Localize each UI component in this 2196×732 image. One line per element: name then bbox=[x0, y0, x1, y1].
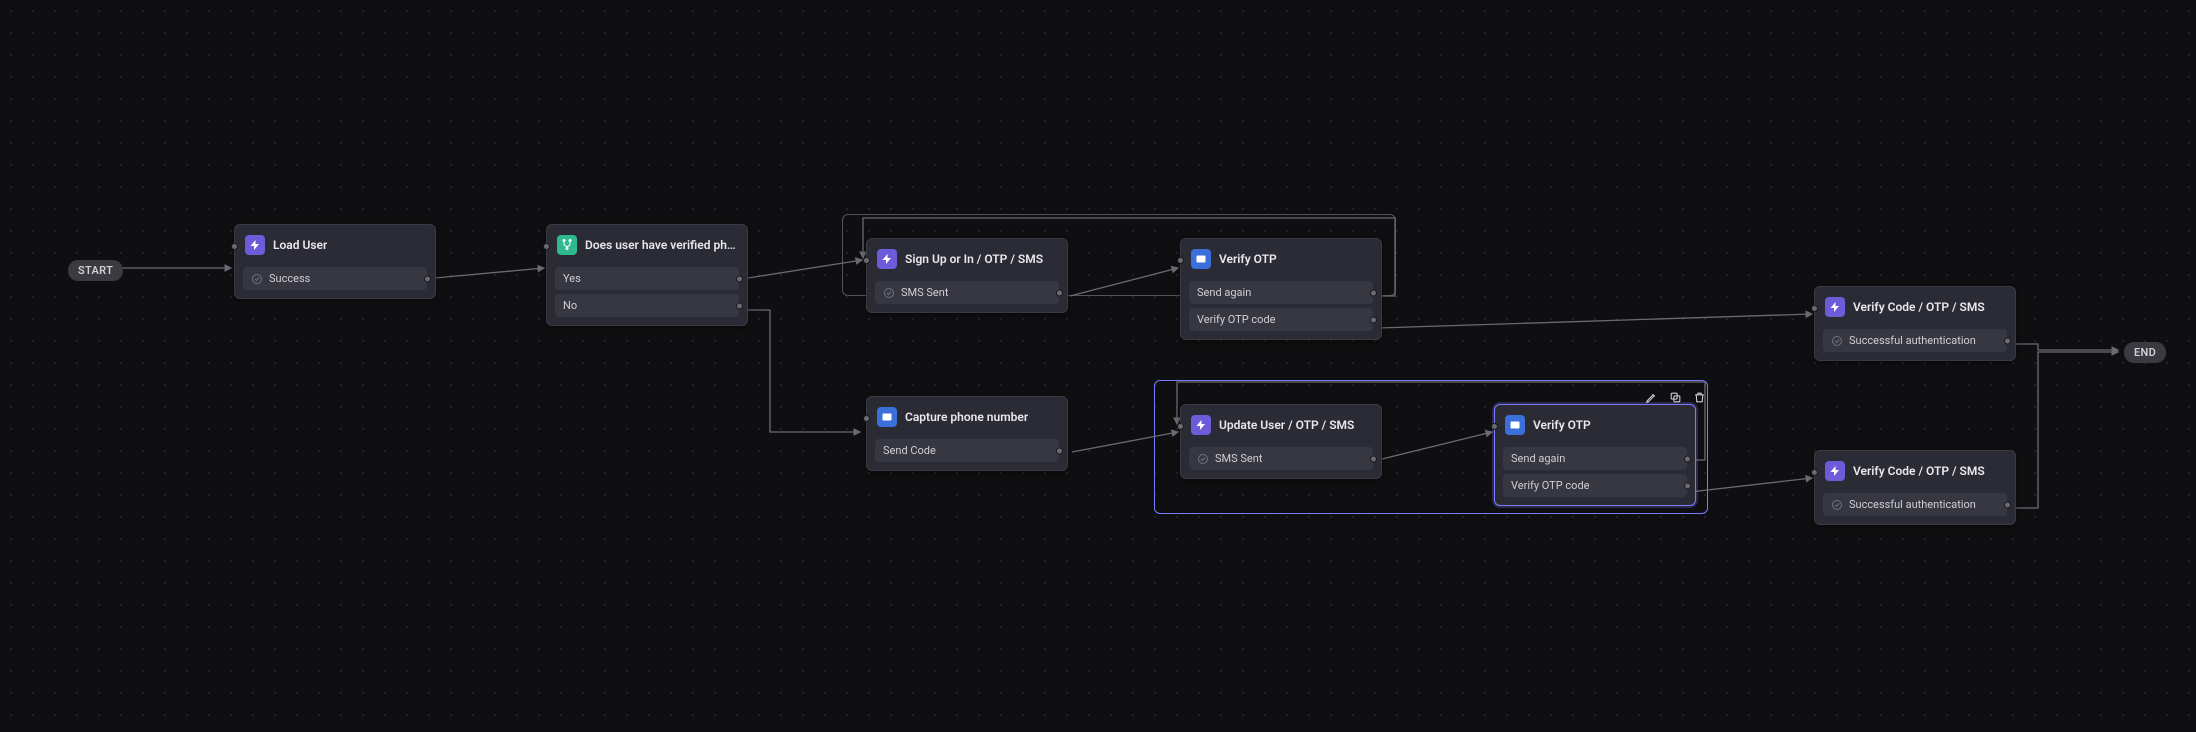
connectors-layer bbox=[0, 0, 2196, 732]
output-label: Send again bbox=[1511, 452, 1565, 465]
out-port[interactable] bbox=[1684, 455, 1691, 462]
output-send-again[interactable]: Send again bbox=[1189, 281, 1373, 304]
output-label: No bbox=[563, 299, 577, 312]
node-signup[interactable]: Sign Up or In / OTP / SMS SMS Sent bbox=[866, 238, 1068, 313]
out-port[interactable] bbox=[1056, 447, 1063, 454]
output-label: SMS Sent bbox=[1215, 452, 1262, 465]
output-send-code[interactable]: Send Code bbox=[875, 439, 1059, 462]
in-port[interactable] bbox=[543, 243, 550, 250]
check-circle-icon bbox=[1831, 499, 1843, 511]
node-title: Sign Up or In / OTP / SMS bbox=[905, 252, 1043, 266]
in-port[interactable] bbox=[1811, 305, 1818, 312]
lightning-icon bbox=[877, 249, 897, 269]
output-send-again[interactable]: Send again bbox=[1503, 447, 1687, 470]
lightning-icon bbox=[1191, 415, 1211, 435]
start-pill[interactable]: START bbox=[68, 260, 123, 281]
lightning-icon bbox=[1825, 297, 1845, 317]
out-port[interactable] bbox=[2004, 337, 2011, 344]
in-port[interactable] bbox=[1811, 469, 1818, 476]
output-no[interactable]: No bbox=[555, 294, 739, 317]
out-port[interactable] bbox=[1056, 289, 1063, 296]
delete-button[interactable] bbox=[1690, 388, 1708, 406]
node-verify-code-1[interactable]: Verify Code / OTP / SMS Successful authe… bbox=[1814, 286, 2016, 361]
out-port[interactable] bbox=[736, 302, 743, 309]
node-verify-otp-2[interactable]: Verify OTP Send again Verify OTP code bbox=[1494, 404, 1696, 506]
node-title: Verify Code / OTP / SMS bbox=[1853, 464, 1985, 478]
window-icon bbox=[1191, 249, 1211, 269]
copy-button[interactable] bbox=[1666, 388, 1684, 406]
node-title: Verify OTP bbox=[1219, 252, 1277, 266]
output-success[interactable]: Success bbox=[243, 267, 427, 290]
edit-button[interactable] bbox=[1642, 388, 1660, 406]
lightning-icon bbox=[1825, 461, 1845, 481]
output-sms-sent[interactable]: SMS Sent bbox=[1189, 447, 1373, 470]
in-port[interactable] bbox=[863, 257, 870, 264]
in-port[interactable] bbox=[1177, 257, 1184, 264]
out-port[interactable] bbox=[424, 275, 431, 282]
check-circle-icon bbox=[883, 287, 895, 299]
end-pill[interactable]: END bbox=[2124, 342, 2166, 363]
output-sms-sent[interactable]: SMS Sent bbox=[875, 281, 1059, 304]
node-verify-otp-1[interactable]: Verify OTP Send again Verify OTP code bbox=[1180, 238, 1382, 340]
node-condition[interactable]: Does user have verified phone… Yes No bbox=[546, 224, 748, 326]
output-success-auth[interactable]: Successful authentication bbox=[1823, 493, 2007, 516]
window-icon bbox=[877, 407, 897, 427]
output-label: Send again bbox=[1197, 286, 1251, 299]
out-port[interactable] bbox=[1370, 289, 1377, 296]
output-label: Success bbox=[269, 272, 310, 285]
node-title: Load User bbox=[273, 238, 327, 252]
in-port[interactable] bbox=[863, 415, 870, 422]
window-icon bbox=[1505, 415, 1525, 435]
output-label: Yes bbox=[563, 272, 581, 285]
output-yes[interactable]: Yes bbox=[555, 267, 739, 290]
in-port[interactable] bbox=[1177, 423, 1184, 430]
output-verify-code[interactable]: Verify OTP code bbox=[1503, 474, 1687, 497]
out-port[interactable] bbox=[1370, 455, 1377, 462]
node-verify-code-2[interactable]: Verify Code / OTP / SMS Successful authe… bbox=[1814, 450, 2016, 525]
node-load-user[interactable]: Load User Success bbox=[234, 224, 436, 299]
node-title: Update User / OTP / SMS bbox=[1219, 418, 1354, 432]
node-title: Verify OTP bbox=[1533, 418, 1591, 432]
output-verify-code[interactable]: Verify OTP code bbox=[1189, 308, 1373, 331]
output-label: Successful authentication bbox=[1849, 498, 1976, 511]
node-title: Verify Code / OTP / SMS bbox=[1853, 300, 1985, 314]
in-port[interactable] bbox=[231, 243, 238, 250]
lightning-icon bbox=[245, 235, 265, 255]
output-label: Verify OTP code bbox=[1197, 313, 1275, 326]
output-label: Successful authentication bbox=[1849, 334, 1976, 347]
node-title: Capture phone number bbox=[905, 410, 1028, 424]
node-capture-phone[interactable]: Capture phone number Send Code bbox=[866, 396, 1068, 471]
node-update-user[interactable]: Update User / OTP / SMS SMS Sent bbox=[1180, 404, 1382, 479]
out-port[interactable] bbox=[1370, 316, 1377, 323]
output-label: Verify OTP code bbox=[1511, 479, 1589, 492]
out-port[interactable] bbox=[736, 275, 743, 282]
check-circle-icon bbox=[251, 273, 263, 285]
in-port[interactable] bbox=[1491, 423, 1498, 430]
branch-icon bbox=[557, 235, 577, 255]
out-port[interactable] bbox=[1684, 482, 1691, 489]
output-label: SMS Sent bbox=[901, 286, 948, 299]
node-toolbar bbox=[1642, 388, 1708, 406]
check-circle-icon bbox=[1831, 335, 1843, 347]
output-label: Send Code bbox=[883, 444, 936, 457]
output-success-auth[interactable]: Successful authentication bbox=[1823, 329, 2007, 352]
out-port[interactable] bbox=[2004, 501, 2011, 508]
node-title: Does user have verified phone… bbox=[585, 238, 737, 252]
check-circle-icon bbox=[1197, 453, 1209, 465]
